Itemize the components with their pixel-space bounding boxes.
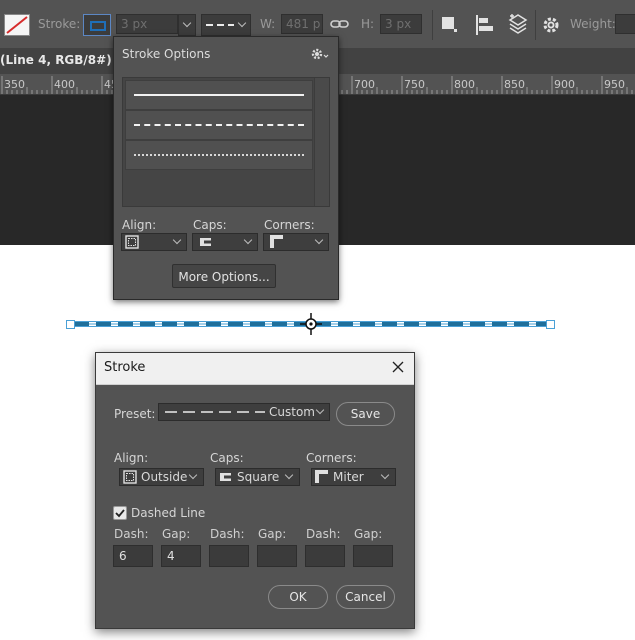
gap-1-label: Gap: — [162, 527, 191, 541]
height-label: H: — [361, 17, 375, 31]
align-outside-icon — [125, 235, 139, 249]
path-alignment-icon[interactable] — [475, 14, 495, 36]
width-label: W: — [260, 17, 276, 31]
stroke-width-dropdown[interactable] — [178, 14, 196, 36]
fill-swatch[interactable] — [4, 14, 30, 36]
miter-corner-icon — [270, 235, 283, 248]
crosshair-cursor-icon — [300, 313, 322, 335]
stroke-dialog: Stroke Preset: Custom Save Align: Caps: … — [95, 352, 415, 629]
chevron-down-icon — [172, 235, 182, 245]
chevron-down-icon — [182, 18, 192, 28]
stroke-swatch[interactable] — [83, 14, 111, 36]
caps-label: Caps: — [193, 218, 227, 232]
path-operations-icon[interactable] — [441, 16, 459, 34]
ruler-label: 350 — [4, 78, 25, 91]
dash-3-input[interactable] — [305, 545, 345, 567]
stroke-options-panel: Stroke Options Align: Caps: Corners: Mor… — [113, 36, 339, 300]
preset-value: Custom — [269, 405, 315, 419]
gap-2-label: Gap: — [258, 527, 287, 541]
ruler-label: 400 — [54, 78, 75, 91]
save-button[interactable]: Save — [336, 402, 395, 426]
dash-3-label: Dash: — [306, 527, 341, 541]
dialog-titlebar[interactable]: Stroke — [96, 353, 414, 385]
align-label: Align: — [114, 451, 149, 465]
caps-dropdown[interactable]: Square — [215, 468, 300, 486]
ruler-label: 800 — [454, 78, 475, 91]
square-cap-icon — [220, 473, 231, 481]
toolbar-divider — [432, 10, 433, 40]
corners-dropdown[interactable] — [263, 233, 329, 251]
gap-2-input[interactable] — [257, 545, 297, 567]
no-fill-icon — [6, 16, 28, 34]
chevron-down-icon — [237, 18, 247, 28]
chevron-down-icon — [188, 470, 198, 480]
chevron-down-icon — [380, 470, 390, 480]
dashed-stroke-preset[interactable] — [125, 110, 313, 140]
dashed-line-label[interactable]: Dashed Line — [131, 506, 205, 520]
chevron-down-icon — [284, 470, 294, 480]
more-options-button[interactable]: More Options... — [172, 264, 276, 288]
weight-field[interactable] — [615, 14, 635, 34]
stroke-label: Stroke: — [38, 17, 81, 31]
preset-dropdown[interactable]: Custom — [158, 403, 330, 421]
dash-2-label: Dash: — [210, 527, 245, 541]
stroke-type-dropdown[interactable] — [201, 14, 251, 36]
link-icon[interactable] — [330, 15, 350, 33]
stroke-presets-list — [122, 77, 330, 207]
document-tab-title[interactable]: (Line 4, RGB/8#) * — [0, 53, 122, 67]
gear-icon[interactable] — [541, 15, 561, 35]
dash-1-input[interactable]: 6 — [113, 545, 153, 567]
ruler-label: 850 — [504, 78, 525, 91]
align-dropdown[interactable]: Outside — [119, 468, 204, 486]
ruler-label: 750 — [404, 78, 425, 91]
corners-value: Miter — [333, 470, 364, 484]
gap-3-label: Gap: — [354, 527, 383, 541]
corners-dropdown[interactable]: Miter — [311, 468, 396, 486]
preset-label: Preset: — [114, 407, 156, 421]
toolbar-divider — [535, 10, 536, 40]
ruler-label: 900 — [554, 78, 575, 91]
solid-stroke-preset[interactable] — [125, 80, 313, 110]
list-scrollbar[interactable] — [314, 78, 329, 206]
cancel-button[interactable]: Cancel — [336, 585, 395, 609]
width-field[interactable]: 481 p — [281, 14, 323, 34]
stroke-color-icon — [90, 21, 106, 31]
corners-label: Corners: — [264, 218, 315, 232]
chevron-down-icon — [315, 405, 325, 415]
miter-corner-icon — [315, 470, 328, 483]
caps-dropdown[interactable] — [192, 233, 258, 251]
dialog-title: Stroke — [104, 360, 146, 375]
anchor-handle-left[interactable] — [66, 320, 75, 329]
chevron-down-icon — [243, 235, 253, 245]
caps-value: Square — [237, 470, 280, 484]
panel-title: Stroke Options — [122, 47, 211, 61]
gap-1-input[interactable]: 4 — [161, 545, 201, 567]
chevron-down-icon — [314, 235, 324, 245]
anchor-handle-right[interactable] — [546, 320, 555, 329]
align-outside-icon — [123, 470, 137, 484]
ruler-label: 700 — [354, 78, 375, 91]
weight-label: Weight: — [570, 17, 616, 31]
dash-1-label: Dash: — [114, 527, 149, 541]
dashed-line-icon — [165, 411, 265, 413]
align-label: Align: — [122, 218, 157, 232]
stroke-width-field[interactable]: 3 px — [116, 14, 178, 34]
corners-label: Corners: — [306, 451, 357, 465]
dashed-line-icon — [206, 24, 234, 26]
ok-button[interactable]: OK — [268, 585, 328, 609]
gear-icon[interactable] — [311, 48, 331, 60]
dashed-line-checkbox[interactable] — [113, 506, 127, 520]
ruler-label: 950 — [604, 78, 625, 91]
caps-label: Caps: — [210, 451, 244, 465]
align-value: Outside — [141, 470, 188, 484]
checkmark-icon — [115, 509, 125, 518]
square-cap-icon — [200, 238, 211, 246]
path-arrangement-icon[interactable] — [507, 13, 529, 35]
height-field[interactable]: 3 px — [380, 14, 422, 34]
dash-2-input[interactable] — [209, 545, 249, 567]
dotted-stroke-preset[interactable] — [125, 140, 313, 170]
gap-3-input[interactable] — [353, 545, 393, 567]
align-dropdown[interactable] — [121, 233, 187, 251]
close-icon[interactable] — [391, 360, 405, 374]
